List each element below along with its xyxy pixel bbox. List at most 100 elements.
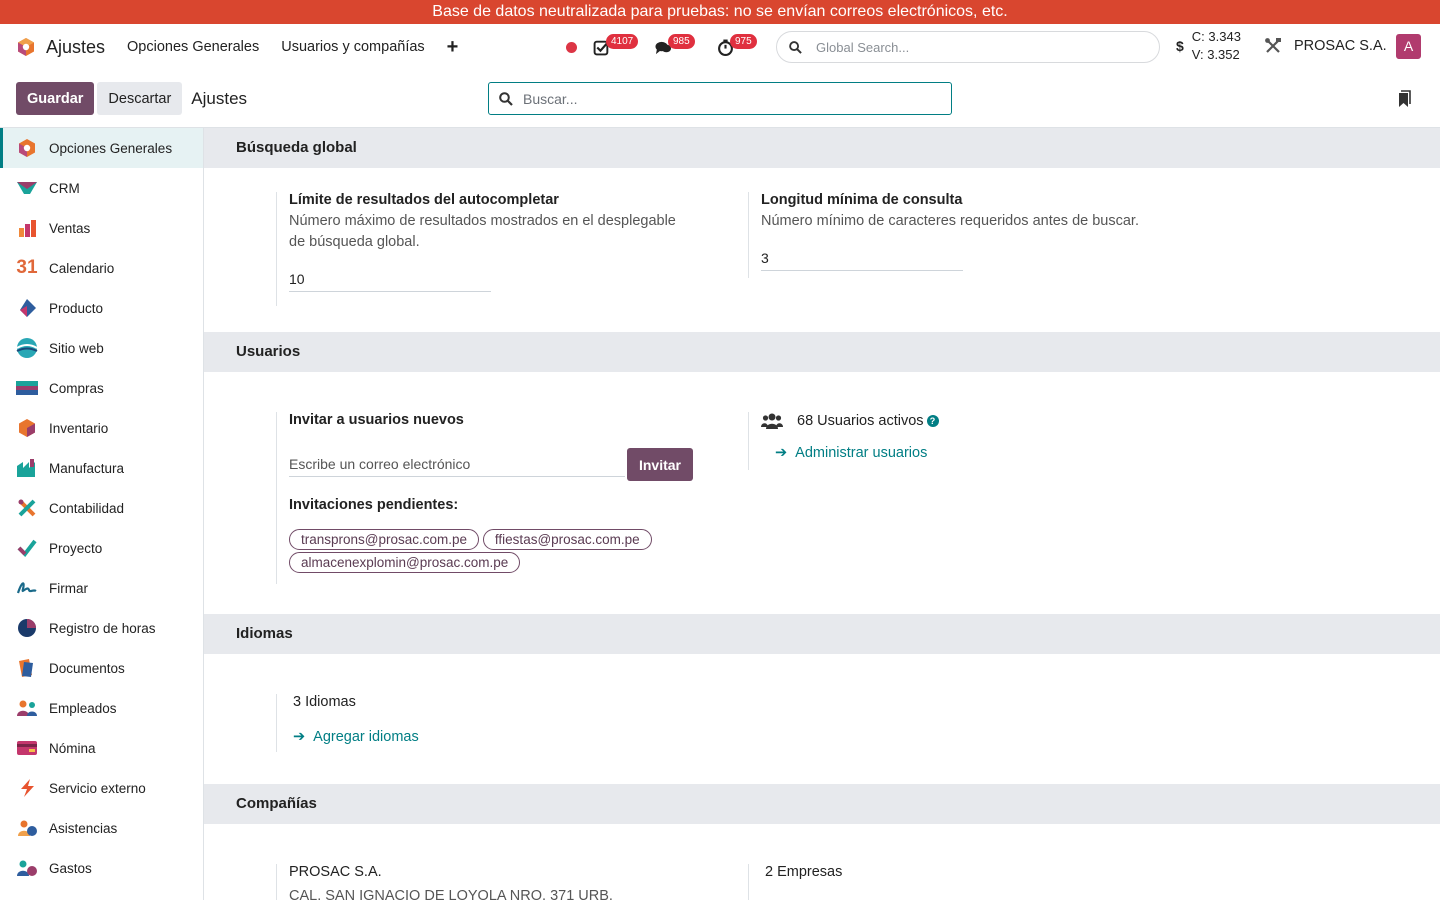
sidebar-item-label: Manufactura — [49, 460, 125, 476]
company-switcher[interactable]: PROSAC S.A. — [1294, 38, 1387, 54]
languages-count: 3 Idiomas — [293, 694, 356, 710]
min-query-length-input[interactable] — [761, 246, 963, 271]
global-search-box[interactable] — [776, 31, 1160, 63]
settings-content: Búsqueda global Límite de resultados del… — [204, 128, 1440, 900]
crm-app-icon — [17, 182, 37, 194]
activities-badge: 4107 — [606, 34, 639, 49]
manufacturing-app-icon — [17, 459, 35, 477]
arrow-right-icon: ➔ — [775, 445, 788, 461]
sidebar-item-label: Servicio externo — [49, 780, 146, 796]
sidebar-item-calendar[interactable]: 31 Calendario — [0, 248, 203, 288]
add-languages-link[interactable]: ➔ Agregar idiomas — [293, 728, 716, 745]
sidebar-item-timesheet[interactable]: Registro de horas — [0, 608, 203, 648]
sidebar-item-crm[interactable]: CRM — [0, 168, 203, 208]
company-address: CAL. SAN IGNACIO DE LOYOLA NRO. 371 URB. — [289, 888, 613, 900]
inventory-app-icon — [19, 419, 35, 437]
purchase-app-icon — [16, 381, 38, 395]
pending-invitations-title: Invitaciones pendientes: — [289, 497, 459, 513]
sidebar-item-label: Sitio web — [49, 340, 104, 356]
user-avatar[interactable]: A — [1396, 34, 1421, 59]
sidebar-item-field-service[interactable]: Servicio externo — [0, 768, 203, 808]
top-navbar: Ajustes Opciones Generales Usuarios y co… — [0, 24, 1440, 70]
sidebar-item-purchase[interactable]: Compras — [0, 368, 203, 408]
section-global-search: Límite de resultados del autocompletar N… — [204, 168, 1440, 332]
settings-sidebar: Opciones Generales CRM Ventas 31 Calenda… — [0, 128, 204, 900]
menu-users-companies[interactable]: Usuarios y compañías — [281, 39, 424, 55]
section-users: Invitar a usuarios nuevos Invitar Invita… — [204, 372, 1440, 614]
menu-general-options[interactable]: Opciones Generales — [127, 39, 259, 55]
sidebar-item-label: Nómina — [49, 740, 96, 756]
debug-tools-icon[interactable] — [1264, 37, 1282, 55]
sidebar-item-accounting[interactable]: Contabilidad — [0, 488, 203, 528]
settings-app-icon — [19, 139, 35, 157]
sidebar-item-more[interactable] — [0, 888, 203, 900]
sidebar-item-payroll[interactable]: Nómina — [0, 728, 203, 768]
discard-button[interactable]: Descartar — [97, 82, 183, 115]
help-icon[interactable]: ? — [926, 415, 939, 427]
sidebar-item-label: Producto — [49, 300, 104, 316]
record-indicator-icon[interactable] — [566, 41, 577, 53]
sidebar-item-manufacturing[interactable]: Manufactura — [0, 448, 203, 488]
timers-button[interactable]: 975 — [717, 32, 757, 62]
search-icon — [499, 91, 513, 106]
manage-users-link[interactable]: ➔ Administrar usuarios — [775, 444, 1188, 461]
settings-search-input[interactable] — [523, 90, 923, 107]
sidebar-item-website[interactable]: Sitio web — [0, 328, 203, 368]
sidebar-item-label: Registro de horas — [49, 620, 156, 636]
setting-active-users: 68 Usuarios activos ? ➔ Administrar usuar… — [748, 412, 1188, 470]
sidebar-item-label: Gastos — [49, 860, 92, 876]
sidebar-item-project[interactable]: Proyecto — [0, 528, 203, 568]
bookmark-icon[interactable] — [1396, 90, 1412, 108]
setting-title: Invitar a usuarios nuevos — [289, 412, 464, 428]
activities-button[interactable]: 4107 — [593, 32, 639, 62]
section-languages: 3 Idiomas ➔ Agregar idiomas — [204, 654, 1440, 784]
sidebar-item-label: Ventas — [49, 220, 91, 236]
autocomplete-limit-input[interactable] — [289, 267, 491, 292]
invite-button[interactable]: Invitar — [627, 448, 693, 481]
section-title-companies: Compañías — [204, 784, 1440, 824]
pending-invitation-tag[interactable]: ffiestas@prosac.com.pe — [482, 529, 652, 550]
plus-icon[interactable]: + — [447, 36, 459, 59]
sidebar-item-documents[interactable]: Documentos — [0, 648, 203, 688]
users-group-icon — [761, 413, 783, 429]
setting-languages: 3 Idiomas ➔ Agregar idiomas — [276, 694, 716, 752]
sidebar-item-label: Proyecto — [49, 540, 103, 556]
setting-title: Longitud mínima de consulta — [761, 192, 963, 208]
product-app-icon — [20, 299, 36, 317]
settings-app-logo-icon[interactable] — [16, 37, 36, 57]
sidebar-item-label: Asistencias — [49, 820, 118, 836]
add-languages-label: Agregar idiomas — [313, 729, 419, 745]
currency-symbol: $ — [1176, 38, 1184, 54]
sidebar-item-expenses[interactable]: Gastos — [0, 848, 203, 888]
manage-users-label: Administrar usuarios — [795, 445, 928, 461]
exchange-rates[interactable]: $ C: 3.343 V: 3.352 — [1176, 28, 1241, 64]
global-search-input[interactable] — [816, 39, 1116, 55]
search-icon — [789, 40, 802, 54]
pending-invitation-tag[interactable]: almacenexplomin@prosac.com.pe — [289, 552, 521, 573]
save-button[interactable]: Guardar — [16, 82, 95, 115]
accounting-app-icon — [18, 499, 36, 517]
app-name[interactable]: Ajustes — [46, 37, 105, 58]
pending-invitation-tag[interactable]: transprons@prosac.com.pe — [289, 529, 480, 550]
messages-button[interactable]: 985 — [655, 32, 695, 62]
sidebar-item-employees[interactable]: Empleados — [0, 688, 203, 728]
sidebar-item-label: Calendario — [49, 260, 115, 276]
sidebar-item-general-options[interactable]: Opciones Generales — [0, 128, 203, 168]
messages-badge: 985 — [668, 34, 695, 49]
sidebar-item-label: Inventario — [49, 420, 109, 436]
sidebar-item-sign[interactable]: Firmar — [0, 568, 203, 608]
invite-email-input[interactable] — [289, 452, 625, 477]
systray: 4107 985 975 — [566, 24, 779, 70]
sidebar-item-inventory[interactable]: Inventario — [0, 408, 203, 448]
section-title-users: Usuarios — [204, 332, 1440, 372]
rate-sell: V: 3.352 — [1191, 47, 1240, 62]
section-title-languages: Idiomas — [204, 614, 1440, 654]
settings-search-box[interactable] — [488, 82, 952, 115]
setting-description: Número mínimo de caracteres requeridos a… — [761, 213, 1139, 229]
sidebar-item-sales[interactable]: Ventas — [0, 208, 203, 248]
setting-companies-count: 2 Empresas — [748, 864, 1188, 900]
test-database-banner: Base de datos neutralizada para pruebas:… — [0, 0, 1440, 24]
sidebar-item-product[interactable]: Producto — [0, 288, 203, 328]
sidebar-item-attendances[interactable]: Asistencias — [0, 808, 203, 848]
timers-badge: 975 — [730, 34, 757, 49]
